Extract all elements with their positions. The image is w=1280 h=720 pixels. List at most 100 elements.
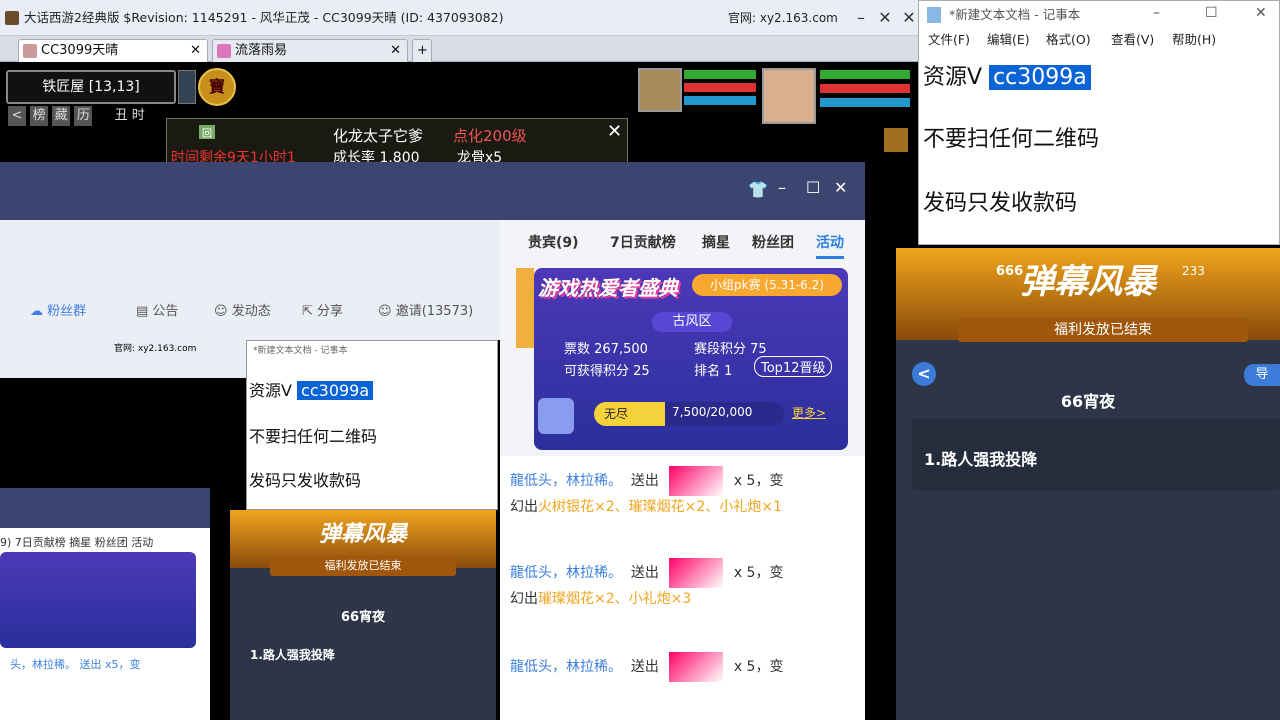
treasure-icon[interactable]: 寶 <box>198 68 236 106</box>
mirror-live-panel: 9) 7日贡献榜 摘星 粉丝团 活动 头，林拉稀。 送出 x5，变 <box>0 488 210 720</box>
menu-icon[interactable] <box>884 128 908 152</box>
tab-liuluo[interactable]: 流落雨易 ✕ <box>212 39 408 62</box>
mirror-notepad: *新建文本文档 - 记事本 资源V cc3099a 不要扫任何二维码 发码只发收… <box>246 340 498 510</box>
game-app-icon <box>5 11 19 25</box>
collect-button[interactable]: 藏 <box>52 106 71 126</box>
official-site-label[interactable]: 官网: xy2.163.com <box>728 0 838 36</box>
notepad-line-1[interactable]: 资源V cc3099a <box>923 59 1091 91</box>
pet-portrait[interactable] <box>638 68 682 112</box>
group-pk-badge: 小组pk赛 (5.31-6.2) <box>692 274 842 296</box>
notice-icon: 回 <box>199 125 215 140</box>
minimize-icon[interactable]: – <box>1153 5 1160 21</box>
progress-text: 7,500/20,000 <box>672 405 753 419</box>
close-icon[interactable]: ✕ <box>872 0 898 36</box>
game-time: 丑 时 <box>114 108 145 123</box>
firework-gift-icon <box>669 558 724 588</box>
notice-pet-name: 化龙太子它爹 <box>333 127 424 145</box>
votes-stat: 票数 267,500 <box>564 342 648 357</box>
progress-bar: 无尽 7,500/20,000 <box>594 402 784 426</box>
share-icon[interactable]: < <box>8 106 26 126</box>
game-window-title: 大话西游2经典版 $Revision: 1145291 - 风华正茂 - CC3… <box>24 10 504 25</box>
score-stat: 赛段积分 75 <box>694 342 767 357</box>
mirror-feed: 头，林拉稀。 送出 x5，变 <box>10 658 141 671</box>
top12-badge: Top12晋级 <box>754 356 833 377</box>
game-toolbar: < 榜 藏 历 丑 时 <box>8 106 145 126</box>
location-display: 铁匠屋 [13,13] <box>6 70 176 104</box>
character-portrait[interactable] <box>762 68 816 124</box>
tab-vip[interactable]: 贵宾(9) <box>528 232 579 252</box>
fans-group-button[interactable]: ☁ 粉丝群 <box>30 300 86 319</box>
menu-view[interactable]: 查看(V) <box>1111 29 1154 51</box>
tab-label: 流落雨易 <box>235 43 288 58</box>
danmu-item[interactable]: 1.路人强我投降 <box>924 446 1037 470</box>
minimize-icon[interactable]: – <box>848 0 874 36</box>
mirror-danmu: 弹幕风暴 福利发放已结束 66宵夜 1.路人强我投降 <box>230 510 496 720</box>
map-zoom-icon[interactable] <box>178 70 196 104</box>
notepad-window: *新建文本文档 - 记事本 – ☐ ✕ 文件(F) 编辑(E) 格式(O) 查看… <box>918 0 1280 245</box>
live-toolbar: ☁ 粉丝群 ▤ 公告 ☺ 发动态 ⇱ 分享 ☺ 邀请(13573) <box>0 220 500 340</box>
notepad-line-3[interactable]: 发码只发收款码 <box>923 185 1077 217</box>
back-icon[interactable]: < <box>912 362 936 386</box>
tab-close-icon[interactable]: ✕ <box>190 40 201 62</box>
notepad-menu: 文件(F) 编辑(E) 格式(O) 查看(V) 帮助(H) <box>919 29 1279 51</box>
more-link[interactable]: 更多> <box>792 404 826 421</box>
notepad-title: *新建文本文档 - 记事本 <box>949 7 1081 22</box>
announce-button[interactable]: ▤ 公告 <box>136 300 178 319</box>
mirror-tabs: 9) 7日贡献榜 摘星 粉丝团 活动 <box>0 536 154 549</box>
tab-activity[interactable]: 活动 <box>816 232 844 259</box>
share-button[interactable]: ⇱ 分享 <box>302 300 343 319</box>
danmu-title: 弹幕风暴 <box>1020 262 1156 302</box>
rank-button[interactable]: 榜 <box>30 106 49 126</box>
maximize-icon[interactable]: ☐ <box>806 178 820 197</box>
event-banner[interactable]: 游戏热爱者盛典 小组pk赛 (5.31-6.2) 古风区 票数 267,500 … <box>534 268 848 450</box>
event-title: 游戏热爱者盛典 <box>538 276 678 300</box>
skin-icon[interactable]: 👕 <box>748 180 768 199</box>
firework-gift-icon <box>669 652 724 682</box>
crystal-icon <box>538 398 574 434</box>
close-icon[interactable]: ✕ <box>1255 5 1267 21</box>
side-strip <box>516 268 534 348</box>
gift-feed: 龍低头，林拉稀。 送出 x 5，变 幻出火树银花×2、璀璨烟花×2、小礼炮×1 … <box>500 456 865 720</box>
notepad-icon <box>927 7 941 23</box>
notepad-line-2[interactable]: 不要扫任何二维码 <box>923 121 1099 153</box>
tab-avatar-icon <box>217 44 231 58</box>
live-window: 👕 – ☐ ✕ ☁ 粉丝群 ▤ 公告 ☺ 发动态 ⇱ 分享 ☺ 邀请(13573… <box>0 162 865 720</box>
feed-item-1: 龍低头，林拉稀。 送出 x 5，变 幻出火树银花×2、璀璨烟花×2、小礼炮×1 <box>510 466 783 518</box>
download-button[interactable]: 导 <box>1244 364 1280 386</box>
tab-fans[interactable]: 粉丝团 <box>752 232 794 252</box>
feed-item-3: 龍低头，林拉稀。 送出 x 5，变 <box>510 652 783 682</box>
post-button[interactable]: ☺ 发动态 <box>214 300 271 319</box>
tab-cc3099[interactable]: CC3099天晴 ✕ <box>18 39 208 62</box>
tab-weekly-rank[interactable]: 7日贡献榜 <box>610 232 676 252</box>
region-label: 古风区 <box>652 312 732 332</box>
menu-edit[interactable]: 编辑(E) <box>987 29 1030 51</box>
tab-close-icon[interactable]: ✕ <box>390 40 401 62</box>
side-tabs: 贵宾(9) 7日贡献榜 摘星 粉丝团 活动 <box>500 220 865 260</box>
pet-notice: 回 化龙太子它爹 点化200级 时间剩余9天1小时1 成长率 1.800 龙骨x… <box>166 118 628 166</box>
notice-level: 点化200级 <box>453 127 527 145</box>
tab-star[interactable]: 摘星 <box>702 232 730 252</box>
danmu-card: 1.路人强我投降 <box>912 418 1280 490</box>
rank-stat: 排名 1 <box>694 364 733 379</box>
maximize-icon[interactable]: ☐ <box>1205 5 1218 21</box>
game-window-titlebar: 大话西游2经典版 $Revision: 1145291 - 风华正茂 - CC3… <box>0 0 918 36</box>
minimize-icon[interactable]: – <box>778 178 786 197</box>
menu-format[interactable]: 格式(O) <box>1046 29 1091 51</box>
mirror-titlebar: 官网: xy2.163.com <box>0 340 246 378</box>
invite-button[interactable]: ☺ 邀请(13573) <box>378 300 473 319</box>
danmu-event-name: 66宵夜 <box>1060 392 1116 411</box>
history-button[interactable]: 历 <box>74 106 93 126</box>
close-icon[interactable]: ✕ <box>834 178 847 197</box>
live-header: 👕 – ☐ ✕ <box>0 162 865 220</box>
notice-close-icon[interactable]: ✕ <box>607 121 622 142</box>
danmu-panel: 666 弹幕风暴 233 福利发放已结束 < 导 66宵夜 1.路人强我投降 <box>896 248 1280 720</box>
firework-gift-icon <box>669 466 724 496</box>
menu-help[interactable]: 帮助(H) <box>1172 29 1216 51</box>
tab-label: CC3099天晴 <box>41 43 119 58</box>
tab-avatar-icon <box>23 44 37 58</box>
menu-file[interactable]: 文件(F) <box>928 29 970 51</box>
feed-item-2: 龍低头，林拉稀。 送出 x 5，变 幻出璀璨烟花×2、小礼炮×3 <box>510 558 783 610</box>
activity-panel: 贵宾(9) 7日贡献榜 摘星 粉丝团 活动 游戏热爱者盛典 小组pk赛 (5.3… <box>500 220 865 720</box>
progress-level: 无尽 <box>604 407 629 421</box>
new-tab-button[interactable]: + <box>412 39 432 62</box>
